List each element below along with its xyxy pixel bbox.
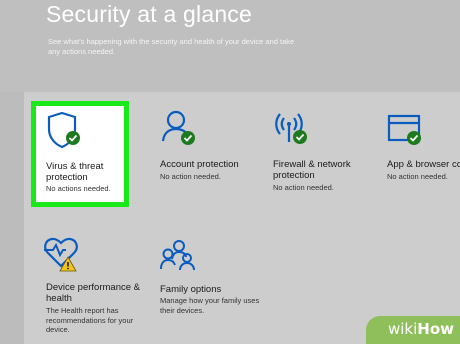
tile-app-browser-control[interactable]: App & browser co No action needed. (387, 108, 460, 188)
tile-account-protection[interactable]: Account protection No action needed. (160, 108, 270, 188)
tile-status: No action needed. (160, 172, 221, 181)
tile-status: No actions needed. (46, 184, 111, 193)
person-check-icon (160, 108, 200, 153)
tile-label: Virus & threat protection (46, 161, 104, 183)
heart-pulse-warning-icon (42, 234, 84, 279)
wifi-antenna-check-icon (273, 108, 313, 153)
browser-window-check-icon (387, 114, 427, 153)
tile-family-options[interactable]: Family options Manage how your family us… (160, 238, 270, 318)
tile-status: The Health report has recommendations fo… (46, 306, 134, 334)
header: Security at a glance See what's happenin… (0, 0, 460, 92)
watermark-part-how: How (417, 320, 454, 338)
page-title: Security at a glance (46, 1, 253, 27)
family-icon (160, 238, 200, 279)
page-subtitle: See what's happening with the security a… (48, 37, 295, 56)
tile-status: No action needed. (273, 183, 334, 192)
tile-label: Firewall & network protection (273, 159, 351, 181)
tile-status: No action needed. (387, 172, 448, 181)
tile-label: Account protection (160, 159, 239, 170)
tile-label: Family options (160, 284, 222, 295)
tile-device-performance-health[interactable]: Device performance & health The Health r… (44, 234, 156, 342)
watermark-text: wikiHow (388, 320, 454, 338)
watermark-part-wiki: wiki (387, 320, 418, 338)
tile-label: App & browser co (387, 159, 460, 170)
tile-virus-threat-protection[interactable]: Virus & threat protection No actions nee… (31, 101, 129, 207)
tile-firewall-network-protection[interactable]: Firewall & network protection No action … (273, 108, 383, 198)
shield-check-icon (43, 111, 83, 154)
tile-status: Manage how your family uses their device… (160, 296, 260, 315)
tile-label: Device performance & health (46, 282, 140, 304)
wikihow-watermark: wikiHow (366, 316, 460, 344)
